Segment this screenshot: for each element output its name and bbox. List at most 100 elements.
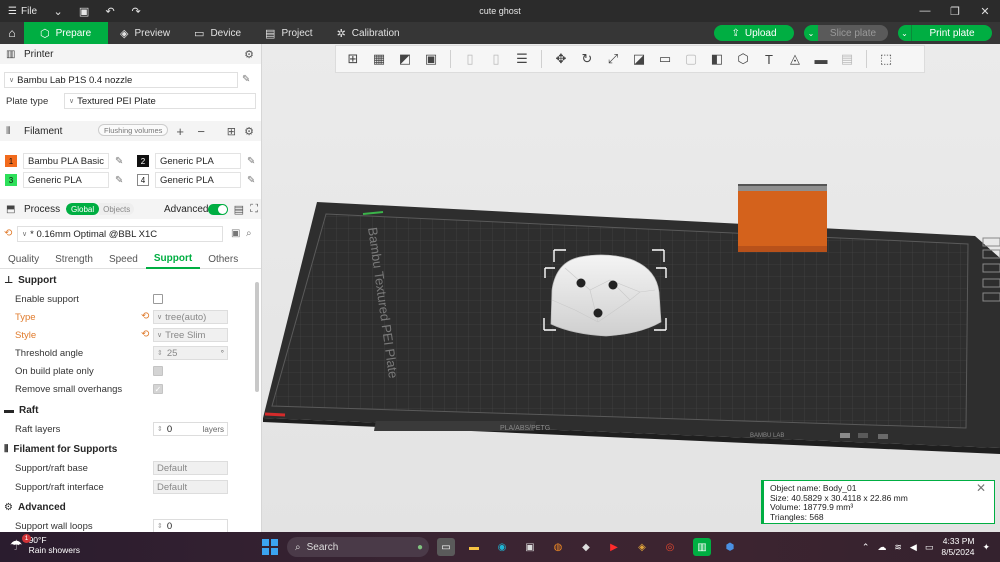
measure-icon[interactable]: ▬: [810, 49, 832, 69]
text-icon[interactable]: T: [758, 49, 780, 69]
edit-icon[interactable]: ✎: [247, 156, 255, 167]
sidebar-scrollbar[interactable]: [255, 282, 259, 392]
tab-strength[interactable]: Strength: [47, 251, 101, 269]
tab-speed[interactable]: Speed: [101, 251, 146, 269]
save-preset-icon[interactable]: ▣: [231, 228, 240, 239]
roblox-icon[interactable]: ◆: [577, 538, 595, 556]
color-paint-icon[interactable]: ◬: [784, 49, 806, 69]
3d-viewport[interactable]: Bambu Textured PEI Plate PLA/ABS/PETG BA…: [262, 44, 1000, 532]
edit-icon[interactable]: ✎: [242, 74, 250, 85]
blender-icon[interactable]: ◍: [549, 538, 567, 556]
battery-icon[interactable]: ▭: [925, 542, 934, 553]
add-object-icon[interactable]: ⊞: [342, 49, 364, 69]
process-preset-select[interactable]: ∨ * 0.16mm Optimal @BBL X1C: [17, 226, 223, 242]
expand-icon[interactable]: ⛶: [250, 203, 258, 216]
plate-type-select[interactable]: ∨ Textured PEI Plate: [64, 93, 256, 109]
objects-option[interactable]: Objects: [99, 203, 135, 215]
compare-icon[interactable]: ▤: [234, 203, 244, 216]
microsoft-store-icon[interactable]: ▣: [521, 538, 539, 556]
slice-dropdown-icon[interactable]: ⌄: [804, 25, 818, 41]
seam-paint-icon[interactable]: ⬡: [732, 49, 754, 69]
stepper-icon[interactable]: ⇕: [157, 349, 163, 357]
file-menu[interactable]: ☰ File: [0, 0, 45, 22]
edge-browser-icon[interactable]: ◉: [493, 538, 511, 556]
print-dropdown-icon[interactable]: ⌄: [898, 25, 912, 41]
global-objects-toggle[interactable]: Global Objects: [66, 203, 135, 215]
reset-icon[interactable]: ⟲: [141, 311, 149, 322]
threshold-angle-input[interactable]: ⇕ 25 °: [153, 346, 228, 360]
copilot-icon[interactable]: ✦: [982, 542, 990, 553]
tab-calibration[interactable]: ✲ Calibration: [325, 22, 412, 44]
stepper-icon[interactable]: ⇕: [157, 522, 163, 530]
chevron-up-icon[interactable]: ⌃: [862, 542, 870, 553]
restore-icon[interactable]: ❐: [940, 0, 970, 22]
medal-icon[interactable]: ◈: [633, 538, 651, 556]
stepper-icon[interactable]: ⇕: [157, 425, 163, 433]
support-paint-icon[interactable]: ◧: [706, 49, 728, 69]
filament-slot[interactable]: 2 Generic PLA ✎: [137, 153, 255, 169]
build-plate-only-checkbox[interactable]: [153, 366, 163, 376]
task-view-icon[interactable]: ▭: [437, 538, 455, 556]
undo-icon[interactable]: ↶: [97, 0, 123, 22]
volume-icon[interactable]: ◀: [910, 542, 917, 553]
assembly-icon[interactable]: ▤: [836, 49, 858, 69]
home-icon[interactable]: ⌂: [0, 22, 24, 44]
support-wall-loops-input[interactable]: ⇕ 0: [153, 519, 228, 532]
bambu-studio-icon[interactable]: ▥: [693, 538, 711, 556]
support-interface-select[interactable]: Default: [153, 480, 228, 494]
global-option[interactable]: Global: [66, 203, 100, 215]
print-plate-button[interactable]: Print plate: [912, 25, 992, 41]
view-mode-icon[interactable]: ⬚: [875, 49, 897, 69]
scale-icon[interactable]: ⤢: [602, 49, 624, 69]
reset-icon[interactable]: ⟲: [141, 329, 149, 340]
clock[interactable]: 4:33 PM 8/5/2024: [941, 536, 974, 558]
auto-orient-icon[interactable]: ◩: [394, 49, 416, 69]
move-icon[interactable]: ✥: [550, 49, 572, 69]
arrange-icon[interactable]: ▣: [420, 49, 442, 69]
prime-tower[interactable]: [738, 184, 827, 252]
cut-icon[interactable]: ▭: [654, 49, 676, 69]
tab-project[interactable]: ▤ Project: [253, 22, 325, 44]
close-icon[interactable]: ✕: [970, 0, 1000, 22]
close-icon[interactable]: ✕: [976, 482, 986, 493]
mesh-boolean-icon[interactable]: ▢: [680, 49, 702, 69]
slice-plate-button[interactable]: Slice plate: [818, 25, 888, 41]
remove-small-overhangs-checkbox[interactable]: ✓: [153, 384, 163, 394]
minimize-icon[interactable]: —: [910, 0, 940, 22]
edit-icon[interactable]: ✎: [115, 175, 123, 186]
windows-start-icon[interactable]: [262, 539, 278, 555]
tab-device[interactable]: ▭ Device: [182, 22, 253, 44]
redo-icon[interactable]: ↷: [123, 0, 149, 22]
reset-icon[interactable]: ⟲: [4, 228, 12, 239]
chevron-down-icon[interactable]: ⌄: [45, 0, 71, 22]
support-style-select[interactable]: ∨ Tree Slim: [153, 328, 228, 342]
weather-widget[interactable]: ☂ 1 90°F Rain showers: [10, 534, 80, 555]
edit-icon[interactable]: ✎: [115, 156, 123, 167]
advanced-toggle[interactable]: [208, 204, 228, 215]
tab-support[interactable]: Support: [145, 251, 201, 269]
remove-icon[interactable]: −: [197, 124, 205, 139]
tab-prepare[interactable]: ⬡ Prepare: [24, 22, 108, 44]
add-plate-grid-icon[interactable]: ▦: [368, 49, 390, 69]
cloud-icon[interactable]: ☁: [877, 542, 886, 553]
rotate-icon[interactable]: ↻: [576, 49, 598, 69]
split-parts-icon[interactable]: ▯: [485, 49, 507, 69]
shield-app-icon[interactable]: ⬢: [721, 538, 739, 556]
app-icon[interactable]: ◎: [661, 538, 679, 556]
support-base-select[interactable]: Default: [153, 461, 228, 475]
printer-select[interactable]: ∨ Bambu Lab P1S 0.4 nozzle: [4, 72, 238, 88]
layers-list-icon[interactable]: ☰: [511, 49, 533, 69]
edit-icon[interactable]: ✎: [247, 175, 255, 186]
wifi-icon[interactable]: ≋: [894, 542, 902, 553]
youtube-icon[interactable]: ▶: [605, 538, 623, 556]
filament-slot[interactable]: 4 Generic PLA ✎: [137, 172, 255, 188]
support-type-select[interactable]: ∨ tree(auto): [153, 310, 228, 324]
taskbar-search[interactable]: ⌕ Search ●: [287, 537, 429, 557]
settings-gear-icon[interactable]: ⚙: [244, 48, 254, 61]
split-objects-icon[interactable]: ▯: [459, 49, 481, 69]
tab-others[interactable]: Others: [200, 251, 246, 269]
upload-button[interactable]: ⇪ Upload: [714, 25, 794, 41]
tab-quality[interactable]: Quality: [0, 251, 47, 269]
filament-slot[interactable]: 3 Generic PLA ✎: [5, 172, 123, 188]
save-icon[interactable]: ▣: [71, 0, 97, 22]
